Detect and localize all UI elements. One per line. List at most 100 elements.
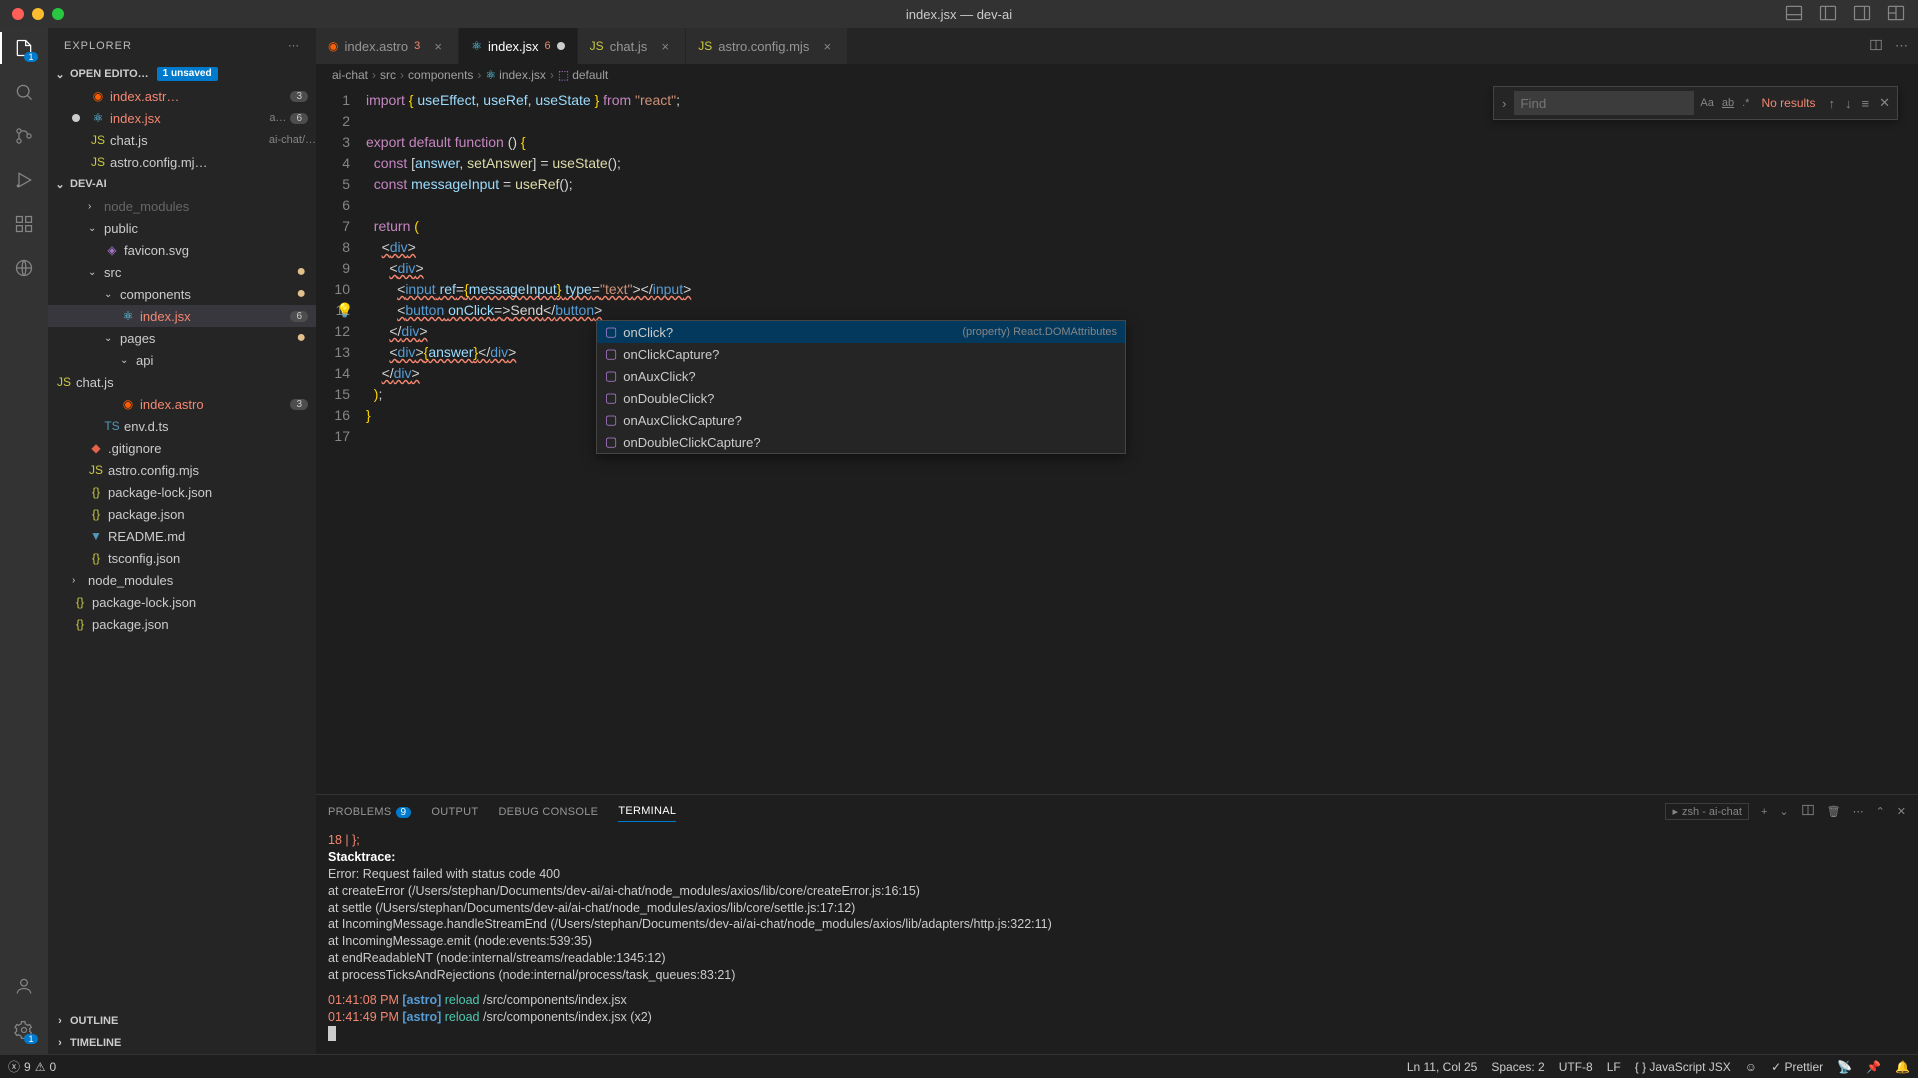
project-header[interactable]: ⌄DEV-AI — [48, 173, 316, 195]
open-editors-list: ◉index.astr…3⚛index.jsxa…6JSchat.jsai-ch… — [48, 85, 316, 173]
close-window[interactable] — [12, 8, 24, 20]
toggle-sidebar-icon[interactable] — [1818, 3, 1838, 26]
settings-icon[interactable]: 1 — [12, 1018, 36, 1042]
suggest-item[interactable]: ▢onClickCapture? — [597, 343, 1125, 365]
match-case-icon[interactable]: Aa — [1698, 95, 1715, 111]
open-editor-item[interactable]: ⚛index.jsxa…6 — [48, 107, 316, 129]
run-debug-icon[interactable] — [12, 168, 36, 192]
file-item[interactable]: JSastro.config.mjs — [48, 459, 316, 481]
status-bar: ⓧ 9 ⚠ 0 Ln 11, Col 25 Spaces: 2 UTF-8 LF… — [0, 1054, 1918, 1078]
new-terminal-icon[interactable]: + — [1761, 806, 1767, 818]
panel-more-icon[interactable]: ⋯ — [1853, 805, 1864, 818]
suggest-item[interactable]: ▢onDoubleClickCapture? — [597, 431, 1125, 453]
status-encoding[interactable]: UTF-8 — [1559, 1060, 1593, 1074]
suggest-item[interactable]: ▢onAuxClickCapture? — [597, 409, 1125, 431]
extensions-icon[interactable] — [12, 212, 36, 236]
folder-item[interactable]: ⌄pages● — [48, 327, 316, 349]
terminal-selector[interactable]: ▸ zsh - ai-chat — [1665, 803, 1748, 820]
folder-item[interactable]: ⌄api — [48, 349, 316, 371]
editor-tab[interactable]: JSastro.config.mjs× — [686, 28, 848, 64]
file-item[interactable]: {}package.json — [48, 613, 316, 635]
editor-more-icon[interactable]: ⋯ — [1895, 38, 1908, 54]
toggle-secondary-icon[interactable] — [1852, 3, 1872, 26]
editor-tab[interactable]: JSchat.js× — [578, 28, 687, 64]
settings-badge: 1 — [24, 1034, 38, 1044]
suggest-item[interactable]: ▢onAuxClick? — [597, 365, 1125, 387]
file-item[interactable]: ◈favicon.svg — [48, 239, 316, 261]
find-close-icon[interactable]: ✕ — [1876, 95, 1893, 111]
editor-tabs: ◉index.astro3×⚛index.jsx6JSchat.js×JSast… — [316, 28, 1918, 64]
editor-tab[interactable]: ◉index.astro3× — [316, 28, 459, 64]
status-bell-icon[interactable]: 🔔 — [1895, 1060, 1910, 1074]
find-expand-icon[interactable]: › — [1498, 96, 1510, 111]
outline-header[interactable]: ›OUTLINE — [48, 1010, 316, 1032]
kill-terminal-icon[interactable]: 🗑 — [1827, 805, 1841, 818]
status-prettier[interactable]: ✓ Prettier — [1771, 1060, 1823, 1074]
bottom-panel: PROBLEMS9 OUTPUT DEBUG CONSOLE TERMINAL … — [316, 794, 1918, 1054]
split-editor-icon[interactable] — [1869, 38, 1883, 55]
find-input[interactable] — [1514, 91, 1694, 115]
split-terminal-icon[interactable] — [1801, 803, 1815, 820]
tab-problems[interactable]: PROBLEMS9 — [328, 802, 411, 822]
status-feedback-icon[interactable]: ☺ — [1745, 1060, 1757, 1074]
status-eol[interactable]: LF — [1607, 1060, 1621, 1074]
file-item[interactable]: JSchat.js — [48, 371, 316, 393]
tab-output[interactable]: OUTPUT — [431, 802, 478, 822]
status-problems[interactable]: ⓧ 9 ⚠ 0 — [8, 1058, 56, 1075]
open-editor-item[interactable]: JSchat.jsai-chat/… — [48, 129, 316, 151]
find-selection-icon[interactable]: ≡ — [1859, 96, 1873, 111]
suggest-item[interactable]: ▢onClick?(property) React.DOMAttributes — [597, 321, 1125, 343]
search-icon[interactable] — [12, 80, 36, 104]
find-widget: › Aa ab .* No results ↑ ↓ ≡ ✕ — [1493, 86, 1898, 120]
status-cursor[interactable]: Ln 11, Col 25 — [1407, 1060, 1478, 1074]
source-control-icon[interactable] — [12, 124, 36, 148]
tab-terminal[interactable]: TERMINAL — [618, 801, 676, 822]
maximize-panel-icon[interactable]: ⌃ — [1876, 805, 1885, 818]
find-next-icon[interactable]: ↓ — [1842, 96, 1855, 111]
file-item[interactable]: {}package.json — [48, 503, 316, 525]
maximize-window[interactable] — [52, 8, 64, 20]
status-live-icon[interactable]: 📡 — [1837, 1060, 1852, 1074]
file-item[interactable]: ◆.gitignore — [48, 437, 316, 459]
code-editor[interactable]: › Aa ab .* No results ↑ ↓ ≡ ✕ 1234567891… — [316, 86, 1918, 794]
account-icon[interactable] — [12, 974, 36, 998]
file-item[interactable]: ▼README.md — [48, 525, 316, 547]
close-panel-icon[interactable]: ✕ — [1897, 805, 1906, 818]
suggest-item[interactable]: ▢onDoubleClick? — [597, 387, 1125, 409]
editor-tab[interactable]: ⚛index.jsx6 — [459, 28, 577, 64]
open-editors-header[interactable]: ⌄OPEN EDITO… 1 unsaved — [48, 63, 316, 85]
sidebar-more-icon[interactable]: ⋯ — [288, 39, 300, 52]
explorer-icon[interactable]: 1 — [12, 36, 36, 60]
folder-item[interactable]: ⌄public — [48, 217, 316, 239]
file-item[interactable]: {}package-lock.json — [48, 481, 316, 503]
folder-item[interactable]: ⌄components● — [48, 283, 316, 305]
status-pin-icon[interactable]: 📌 — [1866, 1060, 1881, 1074]
status-spaces[interactable]: Spaces: 2 — [1491, 1060, 1544, 1074]
tab-debug[interactable]: DEBUG CONSOLE — [498, 802, 598, 822]
minimize-window[interactable] — [32, 8, 44, 20]
open-editor-item[interactable]: ◉index.astr…3 — [48, 85, 316, 107]
layout-controls — [1784, 3, 1906, 26]
regex-icon[interactable]: .* — [1740, 95, 1751, 111]
file-item[interactable]: TSenv.d.ts — [48, 415, 316, 437]
terminal-dropdown-icon[interactable]: ⌄ — [1779, 805, 1788, 818]
code-content[interactable]: import { useEffect, useRef, useState } f… — [366, 86, 1918, 794]
folder-item[interactable]: ›node_modules — [48, 569, 316, 591]
toggle-panel-icon[interactable] — [1784, 3, 1804, 26]
timeline-header[interactable]: ›TIMELINE — [48, 1032, 316, 1054]
status-language[interactable]: { } JavaScript JSX — [1635, 1060, 1731, 1074]
remote-icon[interactable] — [12, 256, 36, 280]
customize-layout-icon[interactable] — [1886, 3, 1906, 26]
terminal-output[interactable]: 18 | }; Stacktrace: Error: Request faile… — [316, 828, 1918, 1054]
find-prev-icon[interactable]: ↑ — [1826, 96, 1839, 111]
folder-item[interactable]: ⌄src● — [48, 261, 316, 283]
file-item[interactable]: ◉index.astro3 — [48, 393, 316, 415]
file-item[interactable]: ⚛index.jsx6 — [48, 305, 316, 327]
activity-bar: 1 1 — [0, 28, 48, 1054]
breadcrumb[interactable]: ai-chat›src›components›⚛index.jsx›⬚defau… — [316, 64, 1918, 86]
whole-word-icon[interactable]: ab — [1720, 95, 1736, 111]
open-editor-item[interactable]: JSastro.config.mj… — [48, 151, 316, 173]
file-item[interactable]: {}package-lock.json — [48, 591, 316, 613]
file-item[interactable]: ›node_modules — [48, 195, 316, 217]
file-item[interactable]: {}tsconfig.json — [48, 547, 316, 569]
